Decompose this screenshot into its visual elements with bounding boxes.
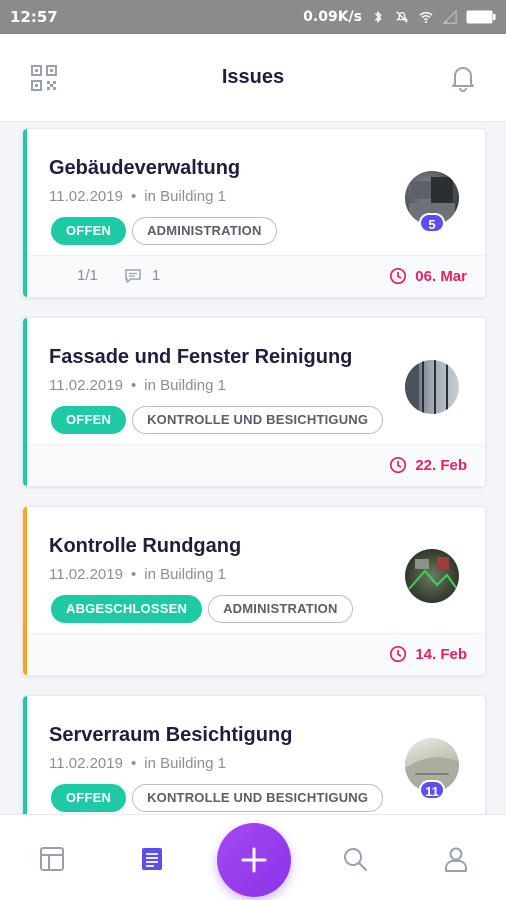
status-bar: 12:57 0.09K/s: [0, 0, 506, 34]
issue-card[interactable]: Gebäudeverwaltung 11.02.2019 • in Building…: [22, 128, 486, 298]
issue-title: Kontrolle Rundgang: [49, 535, 242, 557]
issue-footer: 14. Feb: [27, 633, 485, 675]
due-date: 14. Feb: [389, 645, 467, 663]
clock-icon: [390, 456, 407, 474]
image-count-badge: 5: [419, 213, 445, 233]
status-badge: OFFEN: [51, 406, 127, 434]
status-badge: OFFEN: [51, 217, 127, 245]
category-tag: ADMINISTRATION: [132, 217, 277, 245]
due-date-label: 06. Mar: [415, 267, 467, 285]
profile-icon[interactable]: [442, 845, 470, 873]
dashboard-icon[interactable]: [38, 845, 66, 873]
issue-meta: 11.02.2019 • in Building 1: [49, 755, 226, 772]
add-icon: [241, 847, 267, 873]
app-bar: Issues: [0, 34, 506, 122]
issue-location: in Building 1: [144, 377, 226, 394]
issue-footer: 22. Feb: [27, 444, 485, 486]
image-count-badge: 11: [419, 780, 445, 800]
search-icon[interactable]: [341, 845, 369, 873]
due-date-label: 14. Feb: [415, 645, 467, 663]
wifi-icon: [419, 12, 433, 23]
bluetooth-icon: [374, 10, 382, 24]
due-date-label: 22. Feb: [415, 456, 467, 474]
issue-location: in Building 1: [144, 755, 226, 772]
task-progress: 1/1: [77, 267, 98, 284]
mute-icon: [396, 11, 408, 23]
issue-date: 11.02.2019: [49, 566, 123, 583]
issue-date: 11.02.2019: [49, 377, 123, 394]
category-tag: KONTROLLE UND BESICHTIGUNG: [132, 406, 384, 434]
clock-icon: [390, 267, 407, 285]
issue-date: 11.02.2019: [49, 188, 123, 205]
issue-card[interactable]: Kontrolle Rundgang 11.02.2019 • in Buildin…: [22, 506, 486, 676]
issue-location: in Building 1: [144, 566, 226, 583]
bell-icon[interactable]: [450, 64, 476, 92]
add-issue-button[interactable]: [217, 823, 291, 897]
issue-location: in Building 1: [144, 188, 226, 205]
issue-title: Gebäudeverwaltung: [49, 157, 241, 179]
issue-card[interactable]: Fassade und Fenster Reinigung 11.02.2019…: [22, 317, 486, 487]
issue-meta: 11.02.2019 • in Building 1: [49, 566, 226, 583]
page-title: Issues: [221, 66, 285, 88]
issue-footer: 1/1 1 06. Mar: [27, 255, 485, 297]
bottom-navigation: [0, 814, 506, 900]
clock-icon: [390, 645, 407, 663]
network-speed: 0.09K/s: [303, 9, 362, 25]
issue-meta: 11.02.2019 • in Building 1: [49, 188, 226, 205]
issues-list-icon[interactable]: [138, 845, 166, 873]
status-badge: ABGESCHLOSSEN: [51, 595, 203, 623]
issue-list[interactable]: Gebäudeverwaltung 11.02.2019 • in Building…: [0, 122, 506, 814]
issue-title: Serverraum Besichtigung: [49, 724, 293, 746]
status-time: 12:57: [10, 8, 58, 26]
issue-title: Fassade und Fenster Reinigung: [49, 346, 353, 368]
comment-count: 1: [151, 267, 161, 284]
issue-thumbnail: [405, 360, 459, 414]
qr-code-icon[interactable]: [30, 64, 58, 92]
issue-meta: 11.02.2019 • in Building 1: [49, 377, 226, 394]
battery-icon: [466, 10, 496, 24]
due-date: 06. Mar: [389, 267, 467, 285]
status-accent-bar: [23, 696, 27, 814]
category-tag: ADMINISTRATION: [208, 595, 353, 623]
status-badge: OFFEN: [51, 784, 127, 812]
issue-card[interactable]: Serverraum Besichtigung 11.02.2019 • in Bu…: [22, 695, 486, 814]
comment-icon: [125, 268, 141, 283]
signal-icon: [442, 10, 457, 24]
due-date: 22. Feb: [389, 456, 467, 474]
issue-thumbnail: [405, 549, 459, 603]
issue-date: 11.02.2019: [49, 755, 123, 772]
category-tag: KONTROLLE UND BESICHTIGUNG: [132, 784, 384, 812]
